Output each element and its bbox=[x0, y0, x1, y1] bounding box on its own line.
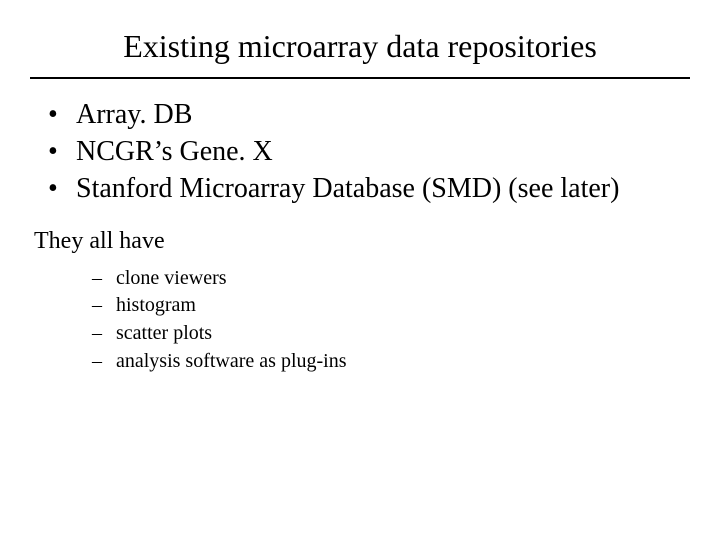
title-underline bbox=[30, 77, 690, 79]
main-bullet-list: Array. DB NCGR’s Gene. X Stanford Microa… bbox=[30, 97, 690, 208]
list-item: NCGR’s Gene. X bbox=[48, 134, 690, 171]
subheading: They all have bbox=[34, 228, 690, 255]
list-item: Stanford Microarray Database (SMD) (see … bbox=[48, 171, 690, 208]
list-item: analysis software as plug-ins bbox=[92, 348, 690, 376]
list-item: Array. DB bbox=[48, 97, 690, 134]
list-item: scatter plots bbox=[92, 320, 690, 348]
list-item: histogram bbox=[92, 292, 690, 320]
slide-title: Existing microarray data repositories bbox=[30, 28, 690, 77]
list-item: clone viewers bbox=[92, 265, 690, 293]
sub-bullet-list: clone viewers histogram scatter plots an… bbox=[30, 265, 690, 375]
